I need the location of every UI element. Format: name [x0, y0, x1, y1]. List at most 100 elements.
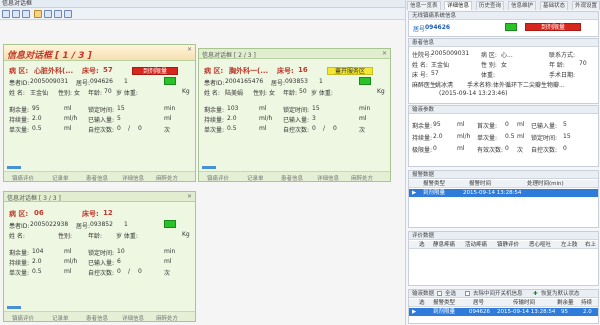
lock-time-label: 锁定时间: — [88, 250, 115, 257]
pain-eval-link[interactable]: 镇痛评价 — [12, 174, 34, 182]
infusion-data-section: 输液数据 全选 去除中间开关机信息 ✚ 恢复为默认状态 选 报警类型 居号 传输… — [408, 289, 599, 324]
lock-time-label: 锁定时间: — [88, 107, 115, 114]
infused-unit: ml — [359, 115, 367, 122]
name-label: 姓 名: — [412, 62, 428, 69]
remove-switch-checkbox[interactable] — [465, 291, 470, 296]
list-icon[interactable] — [44, 10, 52, 18]
record-link[interactable]: 记录单 — [247, 174, 264, 182]
anesthesia-link[interactable]: 麻醉处方 — [156, 174, 178, 182]
section-title: 患者信息 — [412, 40, 435, 46]
bed-no-value: 093852 — [90, 221, 113, 228]
anesthesia-link[interactable]: 麻醉处方 — [156, 314, 178, 322]
col-alarm-time[interactable]: 报警时间 — [469, 180, 491, 188]
col-bed-no[interactable]: 居号 — [473, 299, 484, 307]
patient-info-link[interactable]: 患者信息 — [86, 174, 108, 182]
tab-appearance[interactable]: 外观设置 — [572, 1, 600, 10]
col-alarm-type[interactable]: 报警类型 — [423, 180, 445, 188]
pain-eval-link[interactable]: 镇痛评价 — [12, 314, 34, 322]
self-control-total: 0 — [138, 268, 142, 275]
col-alarm-type[interactable]: 报警类型 — [433, 299, 455, 307]
tab-overview[interactable]: 信息一览表 — [407, 1, 441, 10]
contact-label: 联系方式: — [549, 52, 576, 59]
select-all-checkbox[interactable] — [437, 291, 442, 296]
pain-eval-link[interactable]: 镇痛评价 — [207, 174, 229, 182]
detail-link[interactable]: 详细信息 — [317, 174, 339, 182]
name-value: 陆美娟 — [225, 90, 244, 97]
dialog-title: 信息对话框 [ 1 / 3 ] — [7, 51, 92, 61]
alarm-type-cell: 到剂限量 — [433, 309, 456, 315]
tab-bar: 信息一览表 详细信息 历史查询 信息维护 基础状态 外观设置 — [406, 0, 600, 10]
self-control-unit: 次 — [164, 270, 171, 277]
collapse-icon[interactable]: ✕ — [187, 193, 192, 200]
tab-status[interactable]: 基础状态 — [540, 1, 569, 10]
col-select[interactable]: 选 — [419, 299, 425, 307]
continuous-unit: ml/h — [259, 115, 273, 122]
weight-unit: Kg — [182, 88, 190, 95]
section-header: 报警数据 — [409, 171, 598, 179]
col-transfer-time[interactable]: 传输时间 — [513, 299, 535, 307]
settings-icon[interactable] — [64, 10, 72, 18]
col-right-limb[interactable]: 右上 — [585, 241, 596, 249]
section-header: 患者信息 — [409, 39, 598, 47]
bed-count: 1 — [319, 78, 323, 85]
restore-icon[interactable]: ✚ — [533, 290, 538, 298]
remaining-value: 95 — [32, 105, 40, 112]
collapse-icon[interactable]: ✕ — [187, 46, 192, 53]
tab-maintenance[interactable]: 信息维护 — [508, 1, 537, 10]
tile-icon[interactable] — [22, 10, 30, 18]
ward-label: 病 区: — [204, 67, 224, 75]
bolus-value: 0.5 — [505, 133, 515, 140]
bolus-value: 0.5 — [32, 125, 42, 132]
col-select[interactable]: 选 — [419, 241, 425, 249]
record-link[interactable]: 记录单 — [52, 314, 69, 322]
print-icon[interactable] — [54, 10, 62, 18]
patient-info-link[interactable]: 患者信息 — [86, 314, 108, 322]
col-activity-pain[interactable]: 活动疼痛 — [465, 241, 487, 249]
section-title: 评价数据 — [412, 233, 435, 239]
panel-title: 无线镇痛系统信息 — [412, 13, 457, 19]
continuous-label: 持续量: — [204, 117, 225, 124]
info-dialog-2: 信息对话框 [ 2 / 3 ] ✕ 病 区: 胸外科一(... 床号: 16 蓋… — [198, 48, 391, 182]
table-row[interactable]: ▶ 到剂限量 2015-09-14 13:28:54 — [409, 189, 598, 197]
window-icon[interactable] — [12, 10, 20, 18]
collapse-icon[interactable]: ✕ — [382, 50, 387, 57]
gender-label: 性别: — [58, 233, 73, 240]
col-sedation[interactable]: 镇静评价 — [497, 241, 519, 249]
remaining-unit: ml — [259, 105, 267, 112]
col-handle-time[interactable]: 处理时间(min) — [527, 180, 564, 188]
transfer-time-cell: 2015-09-14 13:28:54 — [497, 309, 556, 315]
weight-label: 岁 体重: — [311, 90, 333, 97]
first-dose-label: 首次量: — [477, 123, 498, 130]
tab-history[interactable]: 历史查询 — [476, 1, 505, 10]
col-remaining[interactable]: 剩余量 — [557, 299, 574, 307]
dialog-footer: 镇痛评价 记录单 患者信息 详细信息 麻醉处方 — [4, 171, 195, 182]
remaining-label: 剩余量: — [9, 107, 30, 114]
weight-label: 岁 体重: — [116, 90, 138, 97]
col-continuous[interactable]: 持续 — [581, 299, 592, 307]
bed-no-label: 居号: — [271, 80, 286, 87]
tab-detail[interactable]: 详细信息 — [444, 1, 473, 10]
patient-info-link[interactable]: 患者信息 — [281, 174, 303, 182]
detail-link[interactable]: 详细信息 — [122, 174, 144, 182]
lock-time-label: 锁定时间: — [283, 107, 310, 114]
infused-unit: ml — [164, 258, 172, 265]
col-nausea[interactable]: 恶心呕吐 — [529, 241, 551, 249]
grid-icon[interactable] — [2, 10, 10, 18]
section-header: 输液数据 全选 去除中间开关机信息 ✚ 恢复为默认状态 — [409, 290, 598, 298]
table-row[interactable]: ▶ 到剂限量 094626 2015-09-14 13:28:54 95 2.0 — [409, 308, 598, 316]
col-rest-pain[interactable]: 静息疼痛 — [433, 241, 455, 249]
gender-label: 性 别: — [481, 62, 497, 69]
name-label: 姓 名: — [9, 90, 25, 97]
continuous-value: 2.0 — [433, 133, 443, 140]
patient-id-label: 患者ID: — [9, 80, 30, 87]
limit-value: 0 — [433, 145, 437, 152]
alarm-badge: 蓋开服务区 — [327, 67, 373, 75]
app-title: 信息对话框 — [2, 0, 33, 7]
col-left-limb[interactable]: 左上肢 — [561, 241, 578, 249]
restore-default-button[interactable]: 恢复为默认状态 — [541, 290, 580, 298]
folder-icon[interactable] — [34, 10, 42, 18]
bolus-label: 单次量: — [477, 135, 498, 142]
detail-link[interactable]: 详细信息 — [122, 314, 144, 322]
anesthesia-link[interactable]: 麻醉处方 — [351, 174, 373, 182]
record-link[interactable]: 记录单 — [52, 174, 69, 182]
